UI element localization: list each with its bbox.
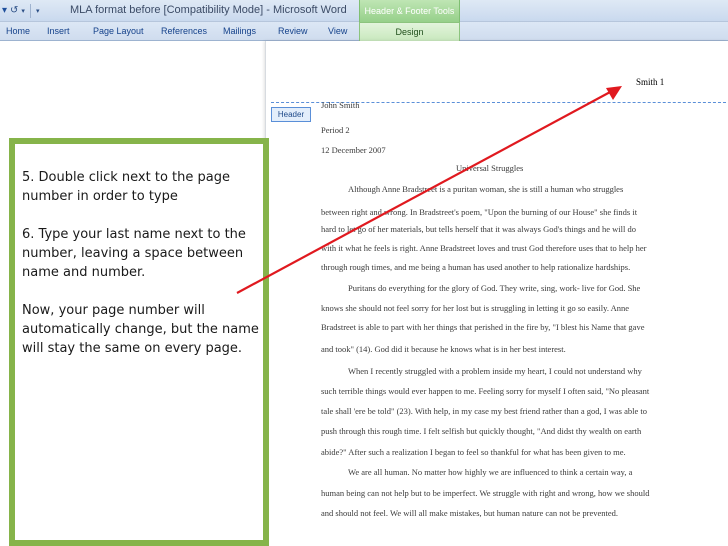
paragraph-line: We are all human. No matter how highly w…: [348, 467, 633, 477]
tab-references[interactable]: References: [161, 24, 207, 38]
tab-mailings[interactable]: Mailings: [223, 24, 256, 38]
title-bar: ▾ ↺ ▾ ▾ MLA format before [Compatibility…: [0, 0, 728, 22]
paragraph-line: and should not feel. We will all make mi…: [321, 508, 619, 518]
undo-icon[interactable]: ↺: [10, 4, 18, 18]
customize-dropdown-icon[interactable]: ▾: [36, 4, 40, 18]
paragraph-line: tale shall 'ere be told" (23). With help…: [321, 406, 647, 416]
undo-dropdown-icon[interactable]: ▾: [21, 4, 25, 18]
paragraph-line: between right and wrong. In Bradstreet's…: [321, 207, 638, 217]
paragraph-line: with it what he feels is right. Anne Bra…: [321, 243, 647, 253]
instruction-step-6: 6. Type your last name next to the numbe…: [22, 227, 246, 280]
paragraph-line: Although Anne Bradstreet is a puritan wo…: [348, 184, 624, 194]
paragraph-line: and took" (14). God did it because he kn…: [321, 344, 566, 354]
paragraph-line: knows she should not feel sorry for her …: [321, 303, 630, 313]
date-line: 12 December 2007: [321, 145, 386, 155]
instruction-note: Now, your page number will automatically…: [22, 303, 259, 356]
paragraph-line: human being can not help but to be imper…: [321, 488, 650, 498]
class-period: Period 2: [321, 125, 350, 135]
page-header-text[interactable]: Smith 1: [636, 77, 664, 87]
paragraph-line: Puritans do everything for the glory of …: [348, 283, 641, 293]
paragraph-line: When I recently struggled with a problem…: [348, 366, 642, 376]
instruction-box: 5. Double click next to the page number …: [9, 138, 269, 546]
tab-design[interactable]: Design: [359, 22, 460, 41]
header-tag: Header: [271, 107, 311, 122]
paragraph-line: such terrible things would ever happen t…: [321, 386, 650, 396]
document-page[interactable]: Smith 1 Header John Smith Period 2 12 De…: [265, 41, 728, 546]
window-title: MLA format before [Compatibility Mode] -…: [70, 4, 347, 16]
author-name: John Smith: [321, 100, 360, 110]
tab-insert[interactable]: Insert: [47, 24, 70, 38]
instruction-step-5: 5. Double click next to the page number …: [22, 170, 230, 204]
tab-home[interactable]: Home: [6, 24, 30, 38]
header-footer-tools-group: Header & Footer Tools: [359, 0, 460, 22]
paragraph-line: Bradstreet is able to part with her thin…: [321, 322, 645, 332]
word-logo-icon[interactable]: ▾: [2, 4, 7, 18]
essay-title: Universal Struggles: [456, 163, 524, 173]
tab-review[interactable]: Review: [278, 24, 308, 38]
paragraph-line: push through this rough time. I felt sel…: [321, 426, 642, 436]
ribbon-tabs: Home Insert Page Layout References Maili…: [0, 22, 728, 41]
quick-access-toolbar: ▾ ↺ ▾ ▾: [2, 2, 39, 20]
tab-page-layout[interactable]: Page Layout: [93, 24, 144, 38]
paragraph-line: through rough times, and me being a huma…: [321, 262, 631, 272]
paragraph-line: hard to let go of her materials, but tel…: [321, 224, 637, 234]
paragraph-line: abide?" After such a realization I began…: [321, 447, 626, 457]
qat-separator: [29, 4, 31, 18]
tab-view[interactable]: View: [328, 24, 347, 38]
